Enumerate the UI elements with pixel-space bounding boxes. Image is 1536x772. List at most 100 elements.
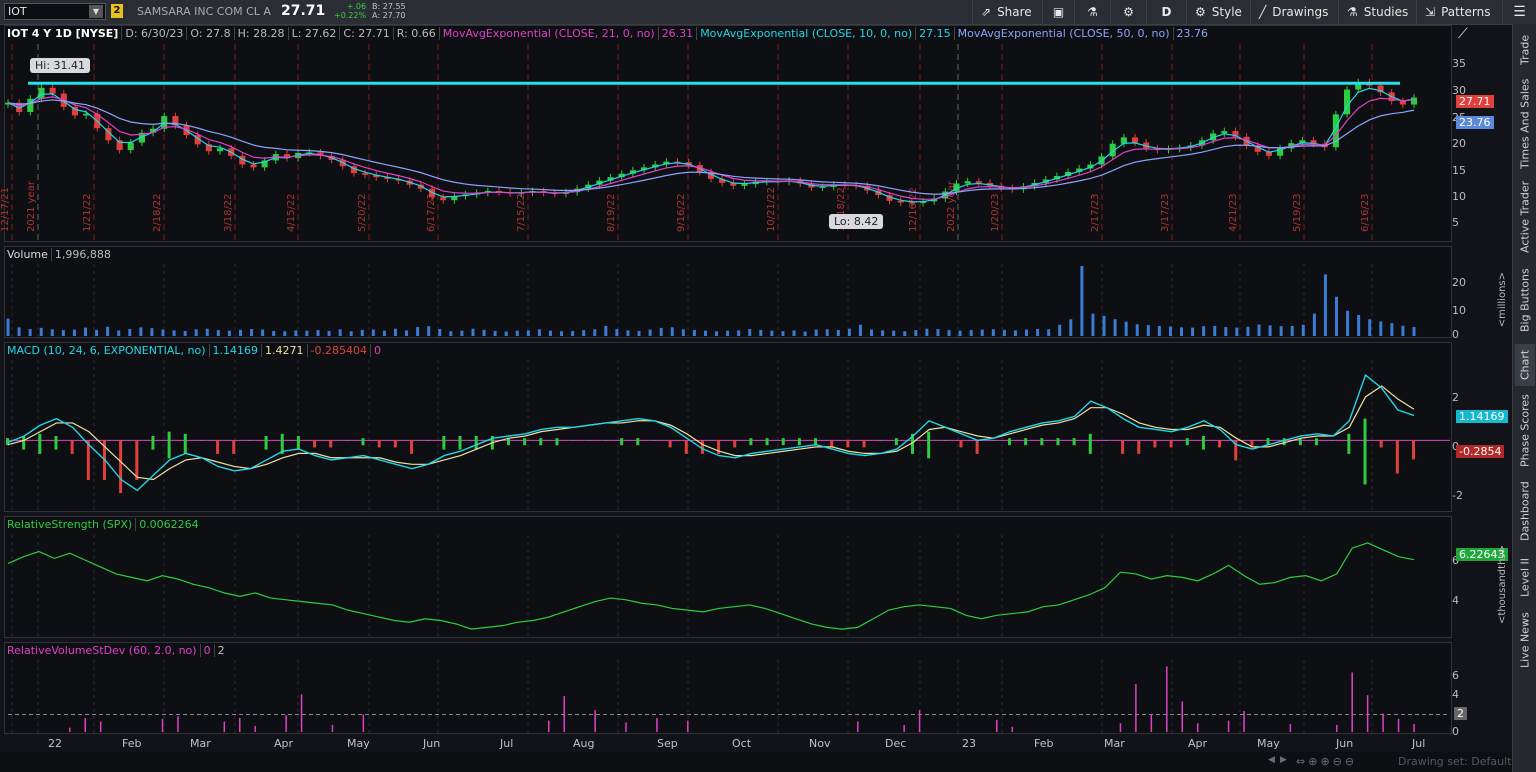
rvol-tick-4: 4 bbox=[1452, 688, 1459, 701]
macd-histogram-bar bbox=[700, 440, 704, 454]
volume-bar bbox=[936, 329, 940, 336]
x-label-may-23: May bbox=[1257, 737, 1280, 750]
ema21-value: 26.31 bbox=[657, 27, 697, 40]
sidebar-tab-phase-scores[interactable]: Phase Scores bbox=[1515, 392, 1535, 470]
drawing-tool-icon[interactable]: ⟋ bbox=[1458, 26, 1474, 42]
macd-histogram-bar bbox=[943, 440, 947, 441]
volume-bar bbox=[150, 328, 154, 336]
price-candle bbox=[1410, 97, 1418, 105]
volume-bar bbox=[393, 328, 397, 336]
price-candle bbox=[741, 184, 748, 186]
drawing-set-label[interactable]: Drawing set: Default bbox=[1398, 755, 1511, 768]
price-tick-10: 10 bbox=[1452, 190, 1466, 203]
period-label: 4/21/23 bbox=[1228, 193, 1239, 232]
sidebar-tab-chart[interactable]: Chart bbox=[1515, 344, 1535, 386]
volume-bar bbox=[183, 330, 187, 336]
macd-histogram-bar bbox=[442, 436, 446, 450]
macd-histogram-bar bbox=[393, 440, 397, 448]
sidebar-tab-trade[interactable]: Trade bbox=[1515, 28, 1535, 72]
ema50-label[interactable]: MovAvgExponential (CLOSE, 50, 0, no) bbox=[953, 27, 1173, 40]
volume-bar bbox=[803, 331, 807, 336]
price-tick-35: 35 bbox=[1452, 57, 1466, 70]
zoom-controls[interactable]: ⇔⊕⊕⊖⊖ bbox=[1296, 755, 1357, 768]
price-candle bbox=[127, 142, 134, 151]
macd-histogram-bar bbox=[232, 440, 236, 454]
low-bubble: Lo: 8.42 bbox=[829, 214, 884, 229]
macd-histogram-bar bbox=[1104, 440, 1108, 441]
volume-bar bbox=[903, 331, 907, 336]
volume-bar bbox=[50, 329, 54, 336]
volume-bar bbox=[615, 329, 619, 336]
sidebar-tab-times-and-sales[interactable]: Times And Sales bbox=[1515, 78, 1535, 170]
volume-bar bbox=[659, 327, 663, 336]
scroll-right-icon[interactable]: ▶ bbox=[1280, 755, 1287, 765]
scroll-left-icon[interactable]: ◀ bbox=[1268, 755, 1275, 765]
volume-bar bbox=[83, 327, 87, 336]
x-label-jul-23: Jul bbox=[1412, 737, 1426, 750]
rvol-title[interactable]: RelativeVolumeStDev (60, 2.0, no) bbox=[4, 644, 200, 657]
chart-title[interactable]: IOT 4 Y 1D [NYSE] bbox=[4, 27, 121, 40]
sidebar-tab-level-ii[interactable]: Level II bbox=[1515, 552, 1535, 602]
volume-bar bbox=[294, 330, 298, 336]
sidebar-tab-live-news[interactable]: Live News bbox=[1515, 608, 1535, 672]
ema21-label[interactable]: MovAvgExponential (CLOSE, 21, 0, no) bbox=[438, 27, 658, 40]
volume-title[interactable]: Volume bbox=[4, 248, 51, 261]
ema10-label[interactable]: MovAvgExponential (CLOSE, 10, 0, no) bbox=[696, 27, 916, 40]
macd-title[interactable]: MACD (10, 24, 6, EXPONENTIAL, no) bbox=[4, 344, 209, 357]
zoom-out-icon[interactable]: ⊖ bbox=[1333, 755, 1345, 768]
volume-bar bbox=[1135, 324, 1139, 336]
macd-diff-tag: -0.2854 bbox=[1456, 445, 1505, 458]
sidebar-tab-big-buttons[interactable]: Big Buttons bbox=[1515, 264, 1535, 336]
volume-tick-10: 10 bbox=[1452, 304, 1466, 317]
x-label-feb-23: Feb bbox=[1034, 737, 1054, 750]
ohlc-high: H: 28.28 bbox=[233, 27, 288, 40]
macd-histogram-bar bbox=[1072, 438, 1076, 446]
volume-bar bbox=[582, 330, 586, 336]
x-label-dec: Dec bbox=[885, 737, 907, 750]
period-label: 8/19/22 bbox=[606, 193, 617, 232]
rvol-value: 0 bbox=[199, 644, 214, 657]
x-label-aug: Aug bbox=[573, 737, 595, 750]
zoom-in-icon[interactable]: ⊕ bbox=[1320, 755, 1332, 768]
crosshair-icon[interactable]: ⊕ bbox=[1308, 755, 1320, 768]
macd-histogram-bar bbox=[1137, 440, 1141, 454]
volume-bar bbox=[1025, 329, 1029, 336]
volume-bar bbox=[1268, 325, 1272, 336]
volume-bar bbox=[327, 330, 331, 336]
volume-bar bbox=[781, 331, 785, 336]
macd-histogram-bar bbox=[474, 436, 478, 450]
volume-bar bbox=[416, 327, 420, 336]
volume-bar bbox=[205, 328, 209, 336]
period-label: 9/16/22 bbox=[676, 193, 687, 232]
macd-histogram-bar bbox=[151, 436, 155, 450]
volume-bar bbox=[947, 330, 951, 336]
volume-bar bbox=[371, 329, 375, 336]
volume-bar bbox=[250, 329, 254, 336]
volume-bar bbox=[1091, 313, 1095, 336]
rvol-threshold: 2 bbox=[213, 644, 228, 657]
macd-histogram-bar bbox=[1395, 440, 1399, 474]
rs-title[interactable]: RelativeStrength (SPX) bbox=[4, 518, 135, 531]
period-label: 2021 year bbox=[26, 180, 37, 232]
volume-bar bbox=[1235, 327, 1239, 336]
volume-bar bbox=[759, 329, 763, 336]
period-label: 12/16/22 bbox=[908, 187, 919, 232]
volume-bar bbox=[1368, 319, 1372, 336]
price-candle bbox=[975, 181, 982, 183]
price-tick-20: 20 bbox=[1452, 137, 1466, 150]
sidebar-tab-dashboard[interactable]: Dashboard bbox=[1515, 476, 1535, 546]
x-label-jul: Jul bbox=[500, 737, 514, 750]
volume-tick-0: 0 bbox=[1452, 328, 1459, 341]
macd-histogram-bar bbox=[1040, 438, 1044, 446]
volume-bar bbox=[870, 329, 874, 336]
sidebar-tab-active-trader[interactable]: Active Trader bbox=[1515, 176, 1535, 258]
x-label-22: 22 bbox=[48, 737, 62, 750]
last-price-tag: 27.71 bbox=[1456, 95, 1494, 108]
volume-bar bbox=[72, 329, 76, 336]
zoom-reset-icon[interactable]: ⊖ bbox=[1345, 755, 1357, 768]
macd-histogram-bar bbox=[329, 440, 333, 448]
pan-icon[interactable]: ⇔ bbox=[1296, 755, 1308, 768]
volume-bar bbox=[881, 330, 885, 336]
chart-canvas: 12/17/21 2021 year 1/21/22 2/18/22 3/18/22 4/… bbox=[0, 44, 1450, 734]
volume-bar bbox=[1246, 326, 1250, 336]
